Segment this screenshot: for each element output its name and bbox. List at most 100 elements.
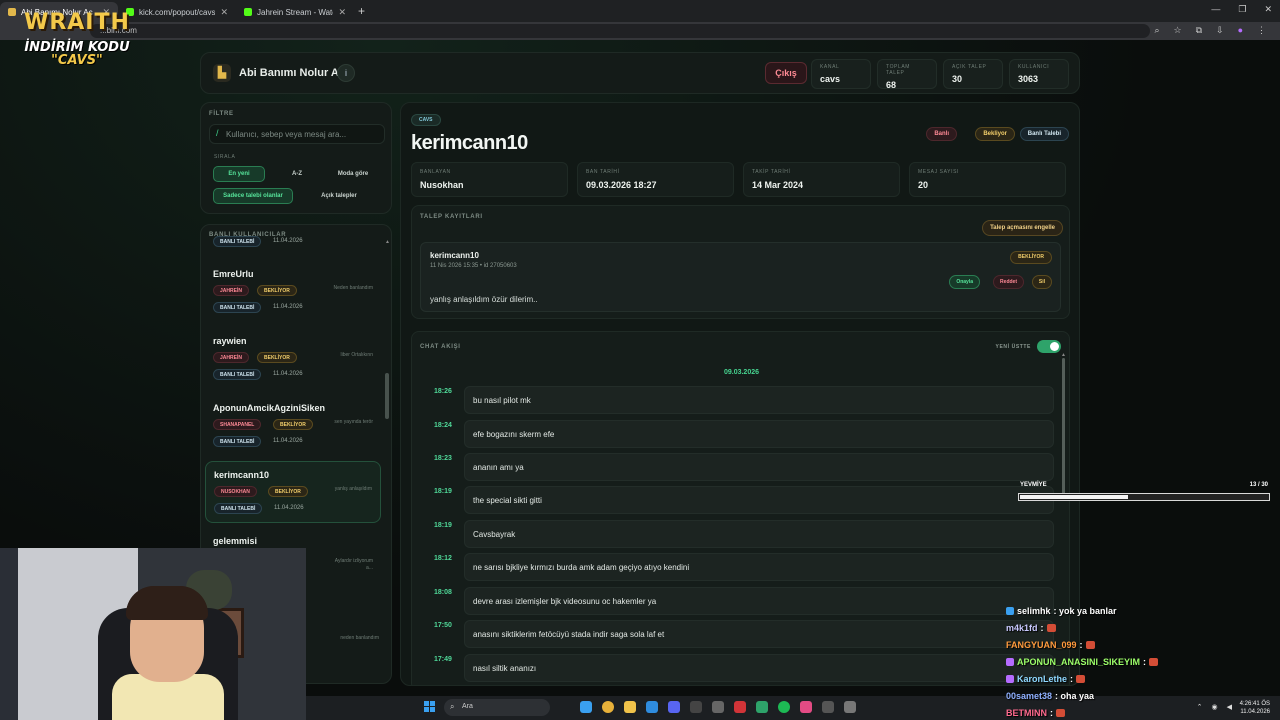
taskbar-app-icon[interactable] <box>712 701 724 713</box>
download-icon[interactable]: ⇩ <box>1216 25 1224 36</box>
info-ban-date: BAN TARİHİ 09.03.2026 18:27 <box>577 162 734 197</box>
mod-pill: SHANAPANEL <box>213 419 262 430</box>
search-input[interactable]: / Kullanıcı, sebep veya mesaj ara... <box>209 124 385 144</box>
user-date: 11.04.2026 <box>273 238 303 244</box>
close-tab-icon[interactable]: ✕ <box>338 7 346 18</box>
minimize-icon[interactable]: — <box>1211 4 1220 15</box>
approve-button[interactable]: Onayla <box>949 275 980 289</box>
kick-favicon-icon <box>244 8 252 16</box>
chat-text: : <box>1079 639 1083 650</box>
chat-text: : yok ya banlar <box>1053 605 1117 616</box>
zoom-icon[interactable]: ⌕ <box>1154 25 1159 36</box>
list-item[interactable]: EmreUrlu JAHREİN BEKLİYOR BANLI TALEBİ 1… <box>205 261 381 323</box>
chrome-icon[interactable] <box>602 701 614 713</box>
taskbar-app-icon[interactable] <box>844 701 856 713</box>
edge-icon[interactable] <box>646 701 658 713</box>
close-window-icon[interactable]: ✕ <box>1264 4 1272 15</box>
logout-button[interactable]: Çıkış <box>765 62 807 84</box>
info-label: TAKİP TARİHİ <box>752 169 791 175</box>
chat-username: m4k1fd <box>1006 622 1038 633</box>
list-item[interactable]: AponunAmcikAgziniSiken SHANAPANEL BEKLİY… <box>205 395 381 457</box>
delete-button[interactable]: Sil <box>1031 275 1052 289</box>
list-item[interactable]: raywien JAHREİN BEKLİYOR BANLI TALEBİ 11… <box>205 328 381 390</box>
discord-icon[interactable] <box>668 701 680 713</box>
message-text: Cavsbayrak <box>464 520 1054 548</box>
app-title: Abi Banımı Nolur Aç <box>239 67 345 79</box>
message-text: bu nasıl pilot mk <box>464 386 1054 414</box>
taskbar-app-icon[interactable] <box>756 701 768 713</box>
reject-button[interactable]: Reddet <box>993 275 1024 289</box>
banned-tag: Banlı <box>926 127 957 141</box>
bookmark-star-icon[interactable]: ☆ <box>1174 25 1182 36</box>
message-text: nasıl siltik ananızı <box>464 654 1054 682</box>
chat-message: 17:49 nasıl siltik ananızı <box>412 654 1071 684</box>
list-scrollbar[interactable] <box>385 373 389 419</box>
goal-progress-bar <box>1018 493 1270 501</box>
scroll-up-icon[interactable]: ▲ <box>385 239 390 245</box>
message-time: 18:23 <box>434 455 452 462</box>
menu-icon[interactable]: ⋮ <box>1257 25 1266 36</box>
taskbar-app-icon[interactable] <box>822 701 834 713</box>
daily-goal-widget: YEVMİYE 13 / 30 <box>1018 481 1270 503</box>
block-requests-button[interactable]: Talep açmasını engelle <box>982 220 1063 236</box>
sort-mod-button[interactable]: Moda göre <box>329 166 377 182</box>
windows-start-icon[interactable] <box>424 701 436 713</box>
webcam-overlay <box>0 548 306 720</box>
status-pill: BEKLİYOR <box>273 419 313 430</box>
favicon-icon <box>8 8 16 16</box>
sort-newest-button[interactable]: En yeni <box>213 166 265 182</box>
info-value: 09.03.2026 18:27 <box>586 180 657 190</box>
message-time: 18:19 <box>434 522 452 529</box>
type-pill: BANLI TALEBİ <box>214 503 263 514</box>
taskbar-app-icon[interactable] <box>580 701 592 713</box>
profile-avatar[interactable]: ● <box>1238 25 1243 36</box>
user-date: 11.04.2026 <box>273 304 303 310</box>
user-name: gelemmisi <box>213 536 258 546</box>
request-type-tag: Banlı Talebi <box>1019 127 1069 141</box>
status-badge: BEKLİYOR <box>1010 251 1052 264</box>
chat-text: : <box>1143 656 1147 667</box>
taskbar-search[interactable]: ⌕ Ara <box>444 699 550 716</box>
stream-chat-line: 00samet38: oha yaa <box>1006 687 1276 704</box>
taskbar-app-icon[interactable] <box>690 701 702 713</box>
chat-username: BETMINN <box>1006 707 1047 718</box>
chat-text: : <box>1070 673 1074 684</box>
taskbar-search-label: Ara <box>462 703 473 710</box>
mod-pill: NUSOKHAN <box>214 486 257 497</box>
stream-chat-line: APONUN_ANASINI_SIKEYIM: <box>1006 653 1276 670</box>
spotify-icon[interactable] <box>778 701 790 713</box>
filter-open-requests-button[interactable]: Açık talepler <box>299 188 379 204</box>
emote-icon <box>1085 640 1095 649</box>
sort-az-button[interactable]: A-Z <box>271 166 323 182</box>
stat-label: TOPLAM TALEP <box>886 64 911 76</box>
chat-message: 17:50 anasını siktiklerim fetöcüyü stada… <box>412 620 1071 650</box>
extensions-icon[interactable]: ⧉ <box>1196 25 1202 36</box>
goal-progress-fill <box>1020 495 1128 499</box>
info-button[interactable]: i <box>337 64 355 82</box>
user-note: neden banlandım <box>340 635 379 641</box>
stat-label: KULLANICI <box>1018 64 1050 70</box>
message-text: ananın amı ya <box>464 453 1054 481</box>
user-note: sen yayında terör <box>334 419 373 425</box>
file-explorer-icon[interactable] <box>624 701 636 713</box>
goal-label: YEVMİYE <box>1020 482 1047 488</box>
browser-tab-2[interactable]: kick.com/popout/cavs/chat ✕ <box>118 2 236 22</box>
request-records: TALEP KAYITLARI Talep açmasını engelle k… <box>411 205 1070 319</box>
filter-with-requests-button[interactable]: Sadece talebi olanlar <box>213 188 293 204</box>
chat-username: APONUN_ANASINI_SIKEYIM <box>1017 656 1141 667</box>
chat-message: 18:19 Cavsbayrak <box>412 520 1071 550</box>
maximize-icon[interactable]: ❐ <box>1238 4 1246 15</box>
stat-value: 68 <box>886 80 897 90</box>
list-item-selected[interactable]: kerimcann10 NUSOKHAN BEKLİYOR BANLI TALE… <box>205 461 381 523</box>
taskbar-app-icon[interactable] <box>734 701 746 713</box>
stream-chat-overlay: selimhk: yok ya banlar m4k1fd: FANGYUAN_09… <box>1006 602 1276 720</box>
new-tab-icon[interactable]: + <box>358 4 365 18</box>
browser-tab-3[interactable]: Jahrein Stream - Watch Live on ✕ <box>236 2 354 22</box>
mod-pill: JAHREİN <box>213 352 249 363</box>
window-controls: — ❐ ✕ <box>1211 4 1272 15</box>
url-field[interactable]: ...bim.com <box>90 24 1150 38</box>
newest-first-toggle[interactable] <box>1037 340 1061 353</box>
close-tab-icon[interactable]: ✕ <box>220 7 228 18</box>
message-text: devre arası izlemişler bjk videosunu oc … <box>464 587 1054 615</box>
taskbar-app-icon[interactable] <box>800 701 812 713</box>
